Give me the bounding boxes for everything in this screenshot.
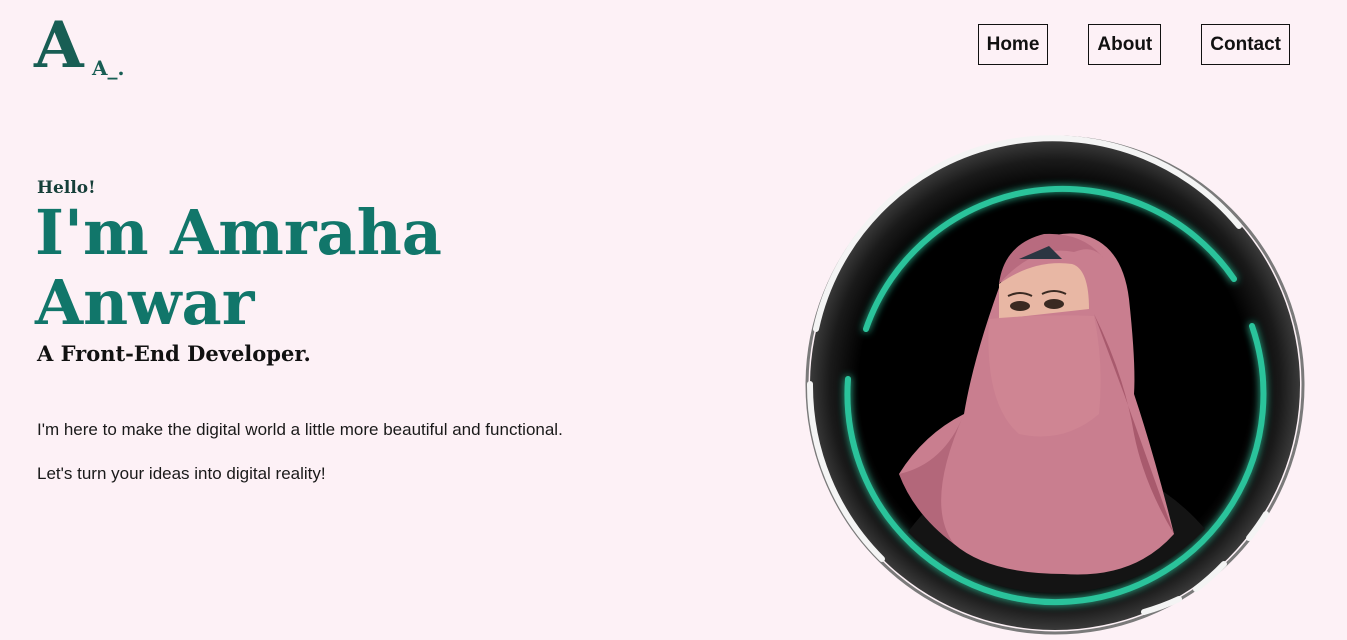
site-logo[interactable]: A A_. <box>34 14 144 86</box>
nav-about-button[interactable]: About <box>1088 24 1162 65</box>
hero-role: A Front-End Developer. <box>37 341 311 366</box>
logo-subtext: A_. <box>92 56 125 80</box>
nav-home-button[interactable]: Home <box>977 24 1049 65</box>
hero-name: I'm Amraha Anwar <box>35 198 597 338</box>
logo-letter: A <box>34 8 84 83</box>
hero-intro: I'm here to make the digital world a lit… <box>37 420 563 439</box>
profile-portrait <box>804 134 1306 636</box>
hero-cta: Let's turn your ideas into digital reali… <box>37 464 326 483</box>
portrait-svg <box>805 135 1305 635</box>
main-nav: Home About Contact <box>977 24 1290 65</box>
nav-contact-button[interactable]: Contact <box>1201 24 1290 65</box>
hero-name-line2: Anwar <box>35 266 255 339</box>
hero-name-line1: I'm Amraha <box>35 196 442 269</box>
hero-section: Hello! I'm Amraha Anwar A Front-End Deve… <box>35 176 597 488</box>
